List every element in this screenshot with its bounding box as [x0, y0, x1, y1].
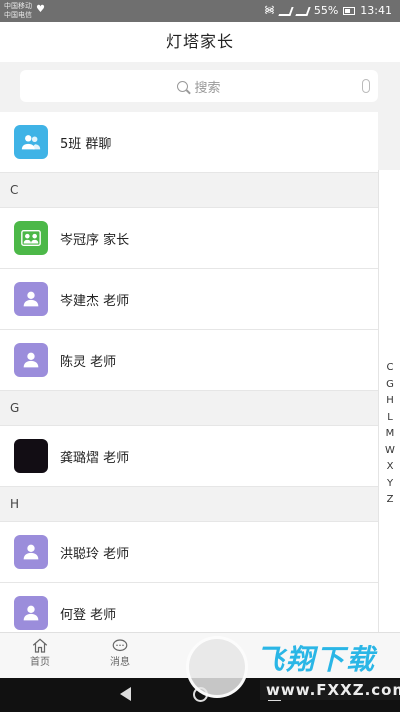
photo-avatar	[14, 439, 48, 473]
teacher-avatar-icon	[14, 535, 48, 569]
contact-name: 陈灵 老师	[60, 354, 117, 370]
teacher-avatar-icon	[14, 343, 48, 377]
contact-row[interactable]: 岑冠序 家长	[0, 208, 378, 269]
tab-home-label: 首页	[30, 657, 50, 668]
tab-home[interactable]: 首页	[0, 637, 80, 671]
index-letter[interactable]: X	[379, 459, 400, 476]
status-bar: 中国移动 中国电信 ♥ ᯼ 55% 13:41	[0, 0, 400, 22]
search-icon	[177, 80, 189, 92]
system-nav-bar	[0, 678, 400, 712]
group-chat-label: 5班 群聊	[60, 136, 112, 152]
index-letter[interactable]: M	[379, 426, 400, 443]
contact-row[interactable]: 岑建杰 老师	[0, 269, 378, 330]
title-bar: 灯塔家长	[0, 22, 400, 62]
contact-name: 龚璐熠 老师	[60, 450, 130, 466]
contact-name: 洪聪玲 老师	[60, 546, 130, 562]
signal-icon-2	[295, 6, 311, 16]
parent-avatar-icon	[14, 221, 48, 255]
index-letter[interactable]: Z	[379, 492, 400, 509]
teacher-avatar-icon	[14, 596, 48, 630]
contact-name: 何登 老师	[60, 607, 117, 623]
search-area: 搜索	[0, 62, 400, 112]
clock: 13:41	[360, 4, 392, 17]
search-input[interactable]: 搜索	[20, 70, 378, 102]
page-title: 灯塔家长	[165, 32, 234, 51]
section-header-c: C	[0, 173, 378, 208]
search-placeholder: 搜索	[194, 80, 221, 96]
index-letter[interactable]: G	[379, 377, 400, 394]
index-letter[interactable]: H	[379, 393, 400, 410]
alphabet-index-bar[interactable]: C G H L M W X Y Z	[378, 170, 400, 632]
teacher-avatar-icon	[14, 282, 48, 316]
group-chat-row[interactable]: 5班 群聊	[0, 112, 378, 173]
home-button-icon[interactable]	[193, 687, 208, 702]
alphabet-index: C G H L M W X Y Z	[379, 360, 400, 509]
contact-list: 5班 群聊 C 岑冠序 家长 岑建杰 老师 陈灵 老师 G 龚璐熠 老师 H 洪…	[0, 112, 378, 632]
heart-icon: ♥	[36, 4, 45, 15]
battery-icon	[343, 7, 356, 15]
section-header-g: G	[0, 391, 378, 426]
home-icon	[32, 638, 48, 653]
contact-row[interactable]: 何登 老师	[0, 583, 378, 632]
index-letter[interactable]: W	[379, 443, 400, 460]
contact-row[interactable]: 陈灵 老师	[0, 330, 378, 391]
carrier-line-1: 中国移动	[4, 2, 32, 10]
contact-name: 岑建杰 老师	[60, 293, 130, 309]
back-icon[interactable]	[120, 687, 131, 701]
index-letter[interactable]: Y	[379, 476, 400, 493]
carrier-line-2: 中国电信	[4, 11, 32, 19]
microphone-icon[interactable]	[362, 79, 370, 93]
message-icon	[112, 639, 128, 652]
recent-apps-icon[interactable]	[268, 688, 281, 701]
contact-name: 岑冠序 家长	[60, 232, 130, 248]
bottom-tab-bar: 首页 消息	[0, 632, 400, 678]
index-letter[interactable]: L	[379, 410, 400, 427]
group-icon	[14, 125, 48, 159]
contact-row[interactable]: 洪聪玲 老师	[0, 522, 378, 583]
index-letter[interactable]: C	[379, 360, 400, 377]
section-header-h: H	[0, 487, 378, 522]
tab-messages-label: 消息	[110, 657, 130, 668]
signal-icon	[278, 6, 294, 16]
tab-messages[interactable]: 消息	[80, 637, 160, 671]
carrier-info: 中国移动 中国电信	[4, 2, 32, 20]
battery-percent: 55%	[313, 4, 339, 17]
wifi-icon: ᯼	[264, 5, 275, 16]
contact-row[interactable]: 龚璐熠 老师	[0, 426, 378, 487]
